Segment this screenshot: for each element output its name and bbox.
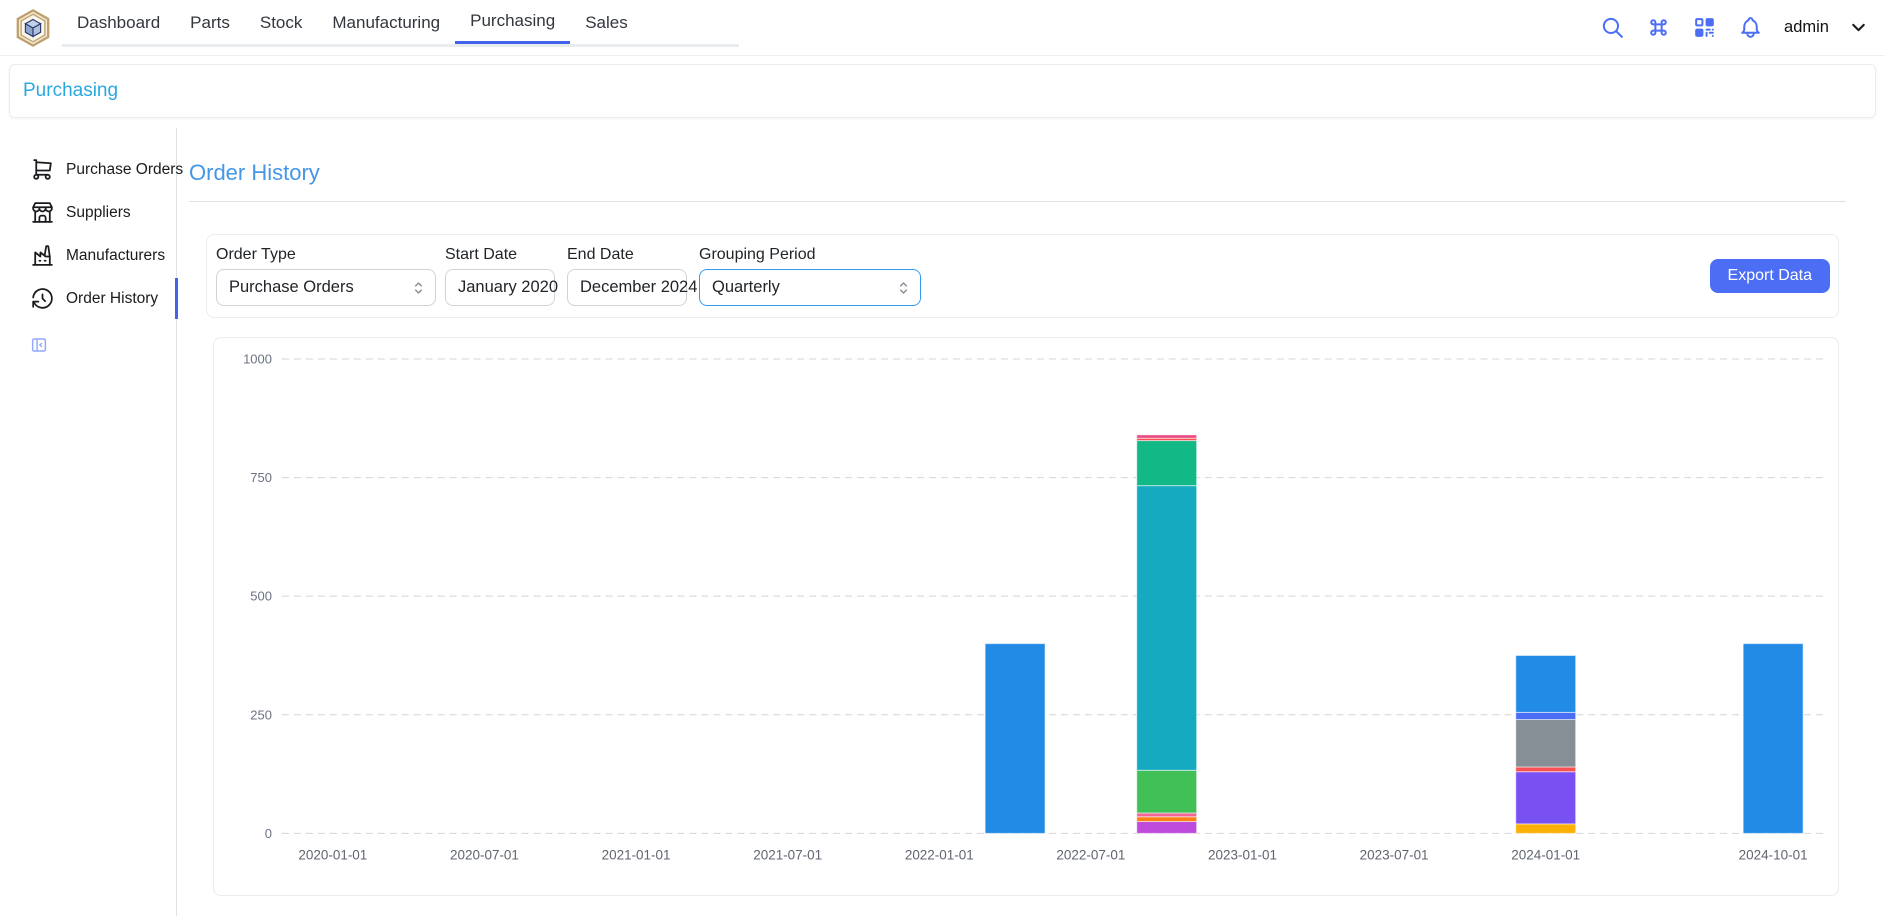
bar-segment-2024-01-01[interactable] <box>1516 712 1576 719</box>
breadcrumb-purchasing-link[interactable]: Purchasing <box>23 80 118 102</box>
bar-segment-2022-10-01[interactable] <box>1137 486 1197 771</box>
y-axis-tick-750: 750 <box>250 470 272 485</box>
bar-segment-2024-01-01[interactable] <box>1516 772 1576 824</box>
inventree-logo-icon[interactable] <box>14 9 52 47</box>
sidebar-item-label: Order History <box>66 290 158 308</box>
main-nav-tabs: DashboardPartsStockManufacturingPurchasi… <box>62 1 739 47</box>
chevron-down-icon[interactable] <box>1848 17 1869 38</box>
bar-segment-2022-10-01[interactable] <box>1137 441 1197 486</box>
bar-segment-2022-10-01[interactable] <box>1137 435 1197 438</box>
command-key-icon[interactable] <box>1646 15 1671 40</box>
x-axis-tick-2024-01-01: 2024-01-01 <box>1511 847 1580 862</box>
sidebar-item-label: Manufacturers <box>66 247 165 265</box>
notifications-bell-icon[interactable] <box>1738 15 1763 40</box>
shopping-cart-icon <box>30 157 55 182</box>
bar-segment-2024-01-01[interactable] <box>1516 720 1576 767</box>
start-date-label: Start Date <box>445 246 567 264</box>
grouping-period-value: Quarterly <box>712 278 780 297</box>
purchasing-sidebar: Purchase Orders Suppliers Manufacturers Ord… <box>0 128 177 916</box>
y-axis-tick-1000: 1000 <box>243 351 272 366</box>
grouping-period-label: Grouping Period <box>699 246 921 264</box>
nav-tab-stock[interactable]: Stock <box>245 1 318 44</box>
selector-updown-icon <box>410 279 427 296</box>
x-axis-tick-2024-10-01: 2024-10-01 <box>1739 847 1808 862</box>
sidebar-item-label: Purchase Orders <box>66 161 183 179</box>
bar-segment-2022-04-01[interactable] <box>985 644 1045 834</box>
bar-segment-2024-10-01[interactable] <box>1743 644 1803 834</box>
search-icon[interactable] <box>1600 15 1625 40</box>
end-date-label: End Date <box>567 246 699 264</box>
filter-toolbar: Order Type Purchase Orders Start Date Ja… <box>206 234 1839 318</box>
sidebar-item-suppliers[interactable]: Suppliers <box>0 191 176 234</box>
top-navbar: DashboardPartsStockManufacturingPurchasi… <box>0 0 1885 56</box>
bar-segment-2022-10-01[interactable] <box>1137 813 1197 817</box>
x-axis-tick-2021-07-01: 2021-07-01 <box>753 847 822 862</box>
bar-segment-2024-01-01[interactable] <box>1516 655 1576 712</box>
navbar-actions: admin <box>1600 15 1869 40</box>
x-axis-tick-2022-01-01: 2022-01-01 <box>905 847 974 862</box>
x-axis-tick-2023-01-01: 2023-01-01 <box>1208 847 1277 862</box>
y-axis-tick-500: 500 <box>250 589 272 604</box>
chart-card: 0 250 500 750 1000 2020-01-01 2020-07-01 2021-0… <box>213 337 1839 896</box>
nav-tab-manufacturing[interactable]: Manufacturing <box>317 1 455 44</box>
order-type-label: Order Type <box>216 246 445 264</box>
history-clock-icon <box>30 286 55 311</box>
y-axis-tick-0: 0 <box>265 826 272 841</box>
grouping-period-field: Grouping Period Quarterly <box>699 246 921 306</box>
main-panel: Order History Order Type Purchase Orders… <box>177 128 1885 916</box>
nav-tab-parts[interactable]: Parts <box>175 1 245 44</box>
export-data-button[interactable]: Export Data <box>1710 259 1830 293</box>
end-date-value: December 2024 <box>580 278 697 297</box>
building-store-icon <box>30 200 55 225</box>
bar-segment-2024-01-01[interactable] <box>1516 824 1576 833</box>
title-divider <box>189 201 1846 202</box>
grouping-period-select[interactable]: Quarterly <box>699 269 921 306</box>
sidebar-item-order-history[interactable]: Order History <box>0 277 176 320</box>
sidebar-item-manufacturers[interactable]: Manufacturers <box>0 234 176 277</box>
selector-updown-icon <box>895 279 912 296</box>
user-menu-label[interactable]: admin <box>1784 18 1829 37</box>
start-date-field: Start Date January 2020 <box>445 246 567 306</box>
page-title: Order History <box>189 160 1885 186</box>
start-date-input[interactable]: January 2020 <box>445 269 555 306</box>
end-date-field: End Date December 2024 <box>567 246 699 306</box>
order-type-value: Purchase Orders <box>229 278 354 297</box>
order-history-chart: 0 250 500 750 1000 2020-01-01 2020-07-01 2021-0… <box>214 338 1838 896</box>
nav-tab-dashboard[interactable]: Dashboard <box>62 1 175 44</box>
bar-segment-2024-01-01[interactable] <box>1516 767 1576 772</box>
content-area: Purchase Orders Suppliers Manufacturers Ord… <box>0 128 1885 916</box>
x-axis-tick-2021-01-01: 2021-01-01 <box>602 847 671 862</box>
collapse-sidebar-icon[interactable] <box>30 336 48 354</box>
nav-tab-purchasing[interactable]: Purchasing <box>455 1 570 44</box>
x-axis-tick-2020-07-01: 2020-07-01 <box>450 847 519 862</box>
bar-segment-2022-10-01[interactable] <box>1137 817 1197 822</box>
x-axis-tick-2023-07-01: 2023-07-01 <box>1360 847 1429 862</box>
factory-icon <box>30 243 55 268</box>
x-axis-tick-2022-07-01: 2022-07-01 <box>1056 847 1125 862</box>
sidebar-item-purchase-orders[interactable]: Purchase Orders <box>0 148 176 191</box>
order-type-field: Order Type Purchase Orders <box>216 246 445 306</box>
y-axis-tick-250: 250 <box>250 707 272 722</box>
bar-segment-2022-10-01[interactable] <box>1137 770 1197 813</box>
x-axis-tick-2020-01-01: 2020-01-01 <box>298 847 367 862</box>
end-date-input[interactable]: December 2024 <box>567 269 687 306</box>
sidebar-item-label: Suppliers <box>66 204 131 222</box>
order-type-select[interactable]: Purchase Orders <box>216 269 436 306</box>
start-date-value: January 2020 <box>458 278 558 297</box>
breadcrumb: Purchasing <box>9 64 1876 118</box>
qrcode-scan-icon[interactable] <box>1692 15 1717 40</box>
bar-segment-2022-10-01[interactable] <box>1137 822 1197 834</box>
nav-tab-sales[interactable]: Sales <box>570 1 643 44</box>
